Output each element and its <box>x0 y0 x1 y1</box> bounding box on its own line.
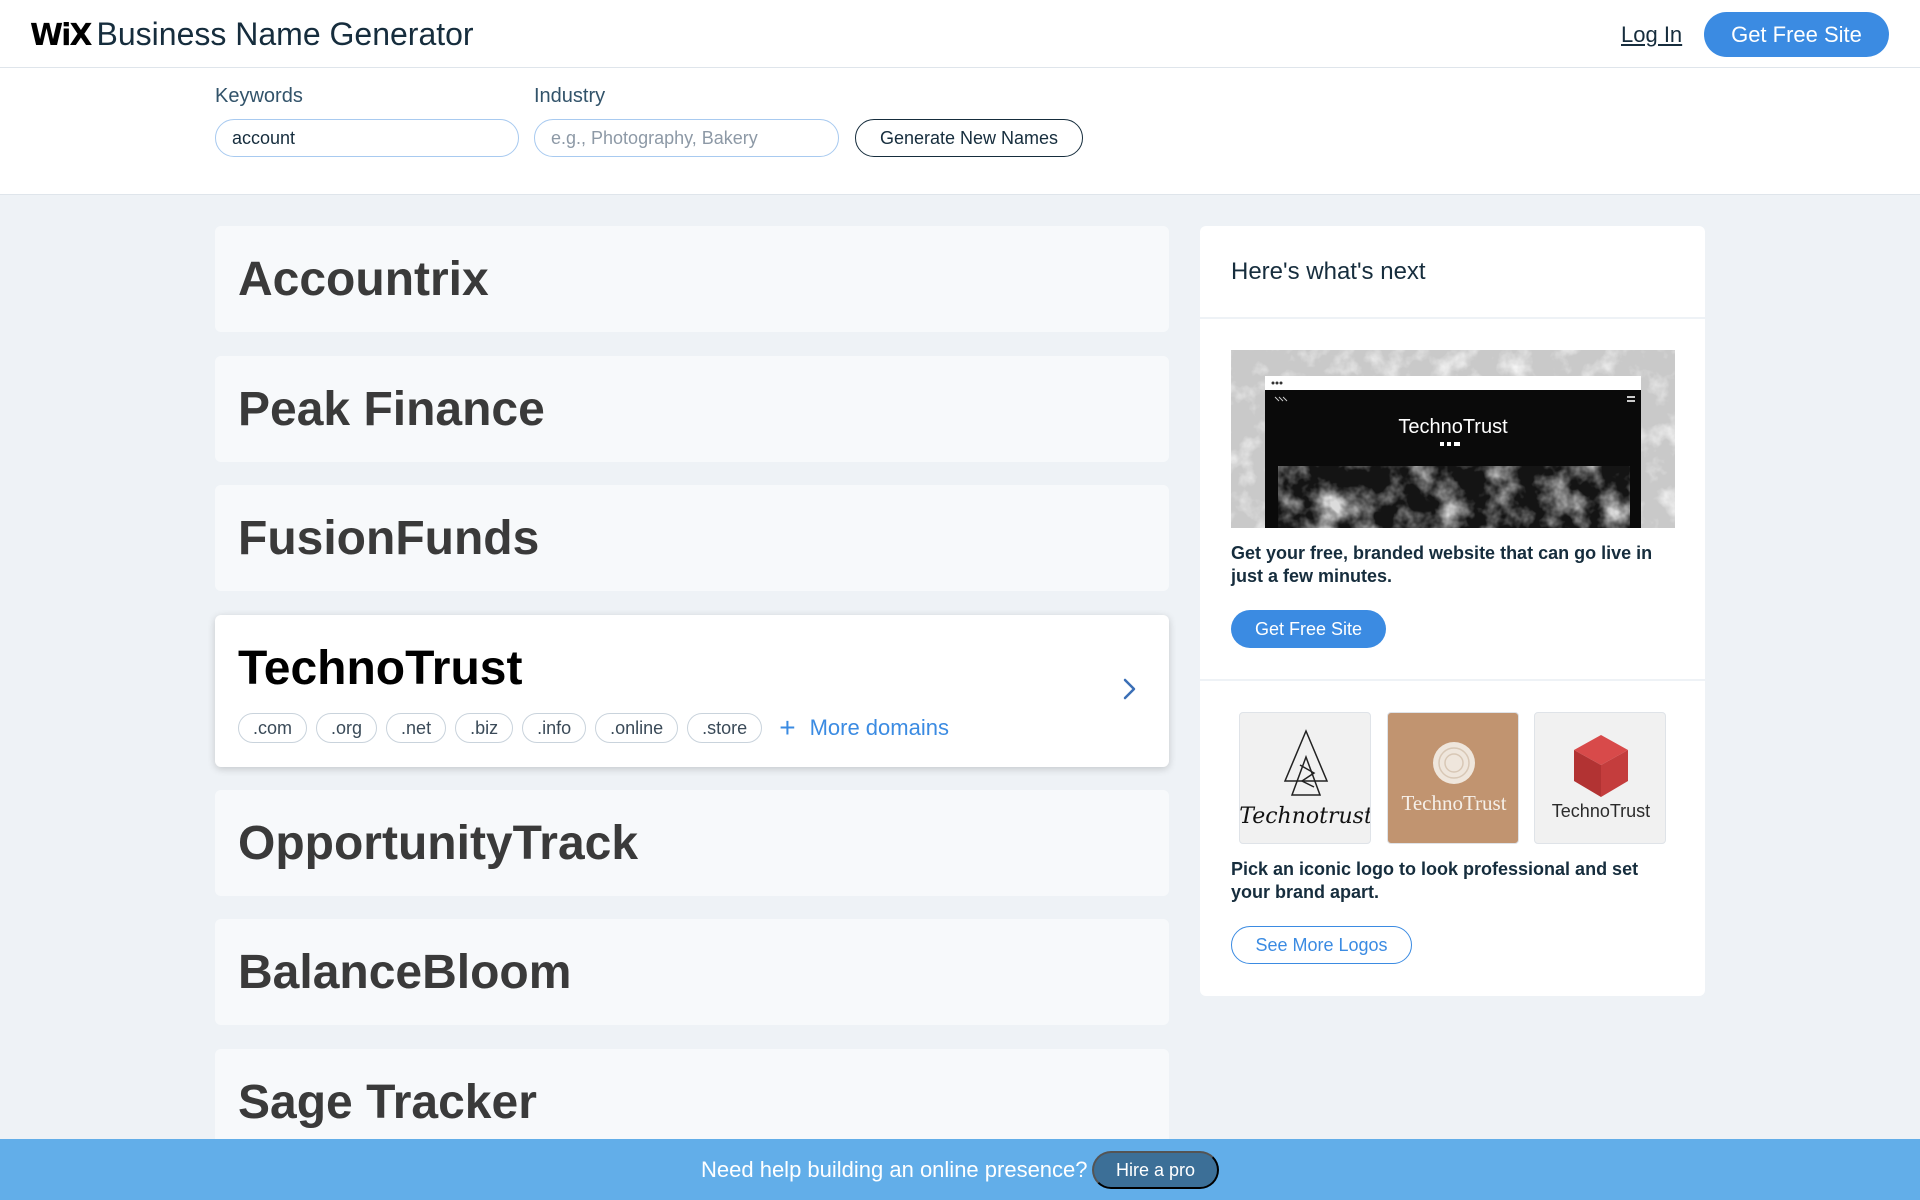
business-name: Peak Finance <box>238 383 545 436</box>
help-banner-text: Need help building an online presence? <box>701 1157 1088 1182</box>
more-domains-link[interactable]: + More domains <box>779 714 949 742</box>
more-domains-label: More domains <box>809 715 949 740</box>
logo-text: TechnoTrust <box>1552 801 1650 821</box>
see-more-logos-button[interactable]: See More Logos <box>1231 926 1412 964</box>
keywords-input[interactable]: account <box>215 119 519 157</box>
domain-chip-org[interactable]: .org <box>316 713 378 743</box>
business-name: Sage Tracker <box>238 1076 537 1129</box>
business-name: BalanceBloom <box>238 946 572 999</box>
domain-chip-net[interactable]: .net <box>386 713 447 743</box>
plus-icon: + <box>779 712 796 743</box>
logo-text: TechnoTrust <box>1401 791 1506 815</box>
logo-description: Pick an iconic logo to look professional… <box>1231 859 1639 902</box>
logo-option-1[interactable]: Technotrust <box>1239 712 1371 844</box>
domain-chip-com[interactable]: .com <box>238 713 308 743</box>
business-name: TechnoTrust <box>238 642 523 695</box>
divider <box>1200 317 1705 319</box>
cube-logo-icon: TechnoTrust <box>1552 735 1650 821</box>
website-preview-image: TechnoTrust <box>1231 350 1675 528</box>
business-name: Accountrix <box>238 253 489 306</box>
geometric-logo-icon: Technotrust <box>1240 729 1371 829</box>
login-link[interactable]: Log In <box>1621 22 1682 48</box>
name-card[interactable]: Accountrix <box>215 226 1169 332</box>
hire-a-pro-button[interactable]: Hire a pro <box>1092 1151 1219 1189</box>
name-card-selected[interactable]: TechnoTrust .com .org .net .biz .info .o… <box>215 615 1169 767</box>
divider <box>1200 679 1705 681</box>
domain-chip-biz[interactable]: .biz <box>455 713 514 743</box>
page-title: Business Name Generator <box>96 16 474 52</box>
business-name: FusionFunds <box>238 512 540 565</box>
top-header: WiX Business Name Generator Log In Get F… <box>0 0 1920 68</box>
business-name: OpportunityTrack <box>238 817 639 870</box>
domain-chip-info[interactable]: .info <box>522 713 587 743</box>
site-description: Get your free, branded website that can … <box>1231 543 1653 586</box>
name-card[interactable]: BalanceBloom <box>215 919 1169 1025</box>
preview-site-name: TechnoTrust <box>1398 416 1508 438</box>
keywords-label: Keywords <box>215 85 303 107</box>
industry-input[interactable]: e.g., Photography, Bakery <box>534 119 839 157</box>
help-banner: Need help building an online presence? H… <box>0 1139 1920 1200</box>
domain-chip-online[interactable]: .online <box>595 713 679 743</box>
search-bar: Keywords account Industry e.g., Photogra… <box>0 68 1920 195</box>
brand[interactable]: WiX Business Name Generator <box>30 16 474 53</box>
panel-title: Here's what's next <box>1231 258 1426 285</box>
whats-next-panel: Here's what's next TechnoTrust Get your … <box>1200 226 1705 996</box>
name-card[interactable]: OpportunityTrack <box>215 790 1169 896</box>
website-preview: TechnoTrust <box>1231 350 1675 528</box>
get-free-site-button[interactable]: Get Free Site <box>1704 12 1889 57</box>
logo-option-3[interactable]: TechnoTrust <box>1534 712 1666 844</box>
chevron-right-icon[interactable] <box>1115 675 1143 703</box>
wix-logo[interactable]: WiX <box>30 18 92 53</box>
logo-text: Technotrust <box>1240 804 1371 829</box>
name-card[interactable]: FusionFunds <box>215 485 1169 591</box>
domain-chips: .com .org .net .biz .info .online .store… <box>238 713 949 743</box>
name-card[interactable]: Peak Finance <box>215 356 1169 462</box>
logo-option-2[interactable]: TechnoTrust <box>1387 712 1519 844</box>
domain-chip-store[interactable]: .store <box>687 713 763 743</box>
industry-label: Industry <box>534 85 606 107</box>
moon-logo-icon: TechnoTrust <box>1401 742 1507 815</box>
panel-get-free-site-button[interactable]: Get Free Site <box>1231 610 1386 648</box>
generate-names-button[interactable]: Generate New Names <box>855 119 1083 157</box>
